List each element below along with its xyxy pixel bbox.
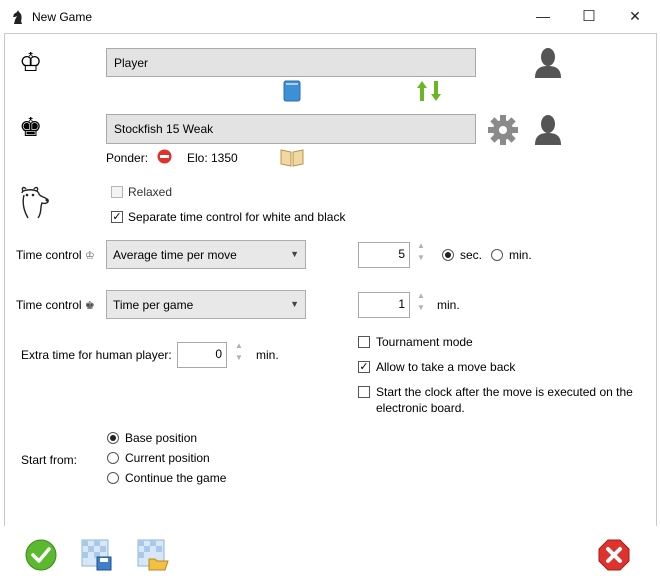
time-white-spinner[interactable]: ▲ ▼ [414, 240, 428, 268]
separate-time-checkbox[interactable]: ✓ [111, 211, 123, 223]
ponder-off-icon[interactable] [157, 149, 172, 164]
extra-time-input[interactable]: 0 [177, 342, 227, 368]
window-title: New Game [32, 10, 93, 24]
time-black-spinner[interactable]: ▲ ▼ [414, 290, 428, 318]
time-control-white-text: Time control [16, 248, 82, 262]
separate-time-label: Separate time control for white and blac… [128, 210, 346, 224]
white-player-name: Player [114, 55, 149, 70]
chevron-down-icon: ▼ [290, 249, 299, 259]
ponder-label: Ponder: [106, 151, 149, 165]
start-clock-label-line2: electronic board. [376, 401, 465, 415]
start-from-label: Start from: [21, 453, 78, 467]
black-player-field[interactable]: Stockfish 15 Weak [106, 114, 476, 144]
time-control-black-mode: Time per game [113, 297, 194, 312]
min-label: min. [509, 248, 532, 262]
black-king-icon: ♚ [19, 112, 43, 142]
open-settings-folder-icon[interactable] [137, 539, 169, 571]
swap-players-icon[interactable] [416, 80, 442, 102]
sec-label: sec. [460, 248, 483, 262]
extra-time-spinner[interactable]: ▲ ▼ [232, 340, 246, 368]
start-current-position-label: Current position [125, 451, 210, 465]
time-black-value-input[interactable]: 1 [358, 292, 410, 318]
tournament-mode-label: Tournament mode [376, 335, 473, 349]
take-back-label: Allow to take a move back [376, 360, 516, 374]
chevron-down-icon: ▼ [290, 299, 299, 309]
start-current-position-radio[interactable] [107, 452, 119, 464]
time-control-black-text: Time control [16, 298, 82, 312]
time-control-black-select[interactable]: Time per game ▼ [106, 290, 306, 319]
knight-app-icon [13, 10, 22, 24]
time-white-value-input[interactable]: 5 [358, 242, 410, 268]
white-king-small-icon: ♔ [84, 250, 95, 262]
start-base-position-radio[interactable] [107, 432, 119, 444]
ok-checkmark-icon[interactable] [25, 539, 57, 571]
maximize-button[interactable]: ☐ [566, 0, 612, 33]
sec-radio[interactable] [442, 249, 454, 261]
start-clock-checkbox[interactable] [358, 386, 370, 398]
extra-time-unit-label: min. [256, 348, 279, 362]
black-player-user-icon[interactable] [533, 113, 563, 145]
engine-book-icon[interactable] [280, 147, 304, 167]
close-button[interactable]: ✕ [612, 0, 658, 33]
extra-time-label: Extra time for human player: [21, 348, 172, 362]
white-player-user-icon[interactable] [533, 46, 563, 78]
time-black-unit-label: min. [437, 298, 460, 312]
start-base-position-label: Base position [125, 431, 198, 445]
relaxed-checkbox[interactable] [111, 186, 123, 198]
time-control-white-mode: Average time per move [113, 247, 237, 262]
tournament-mode-checkbox[interactable] [358, 336, 370, 348]
take-back-checkbox[interactable]: ✓ [358, 361, 370, 373]
black-player-name: Stockfish 15 Weak [114, 122, 214, 136]
relaxed-bear-icon [21, 186, 49, 219]
start-continue-game-label: Continue the game [125, 471, 227, 485]
engine-settings-gear-icon[interactable] [487, 114, 519, 146]
cancel-x-icon[interactable] [598, 539, 630, 571]
dialog-body [4, 33, 657, 527]
time-control-white-label: Time control ♔ [16, 248, 95, 262]
time-control-black-label: Time control ♚ [16, 298, 95, 312]
elo-label: Elo: 1350 [187, 151, 238, 165]
opening-book-icon[interactable] [283, 80, 301, 102]
black-king-small-icon: ♚ [84, 300, 95, 312]
title-bar: New Game — ☐ ✕ [0, 0, 660, 33]
minimize-button[interactable]: — [520, 0, 566, 33]
save-settings-icon[interactable] [81, 539, 113, 571]
time-control-white-select[interactable]: Average time per move ▼ [106, 240, 306, 269]
white-player-field[interactable]: Player [106, 48, 476, 77]
min-radio[interactable] [491, 249, 503, 261]
start-clock-label-line1: Start the clock after the move is execut… [376, 385, 633, 399]
start-continue-game-radio[interactable] [107, 472, 119, 484]
relaxed-label: Relaxed [128, 185, 173, 199]
white-king-icon: ♔ [19, 47, 43, 77]
